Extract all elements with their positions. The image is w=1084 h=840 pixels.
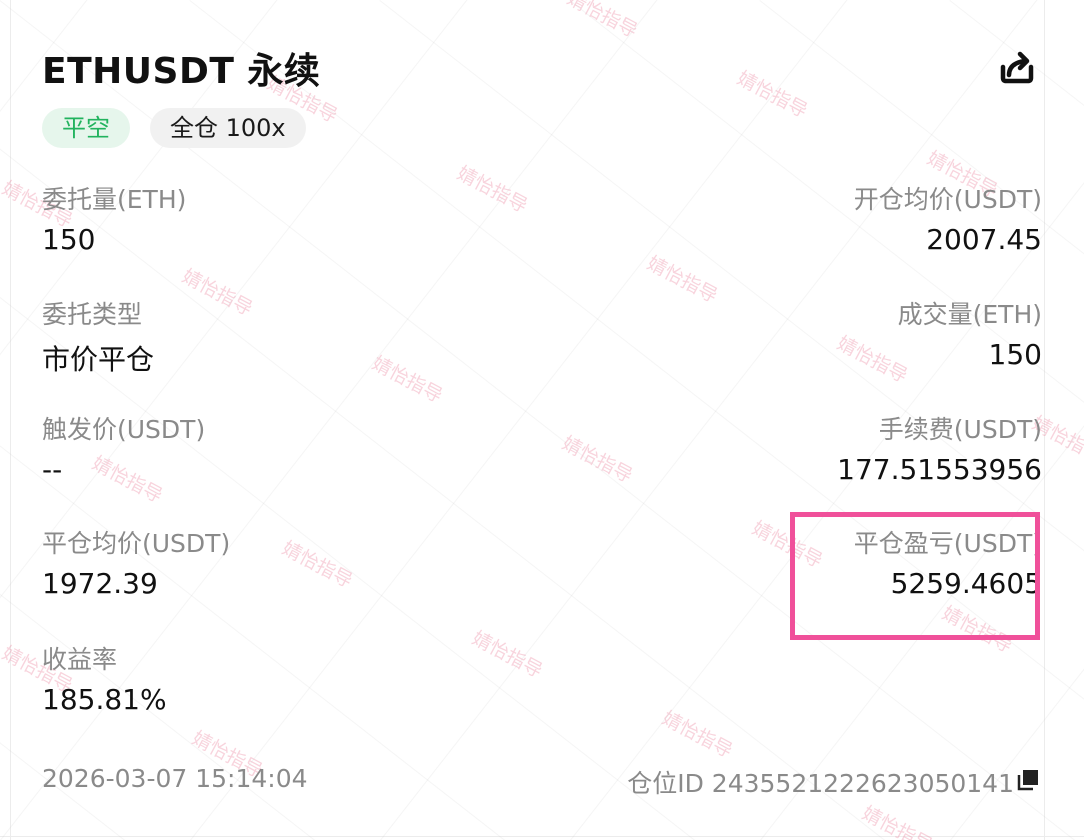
filled-qty-value: 150: [988, 338, 1042, 371]
card-border-left: [10, 0, 11, 840]
position-id: 仓位ID 2435521222623050141: [627, 769, 1014, 798]
order-type-label: 委托类型: [42, 300, 143, 329]
watermark-text: 婧怡指导: [278, 537, 357, 593]
order-type-value: 市价平仓: [42, 343, 155, 376]
fee-value: 177.51553956: [837, 453, 1042, 486]
watermark-text: 婧怡指导: [643, 252, 722, 308]
close-avg-price-label: 平仓均价(USDT): [42, 529, 231, 558]
pnl-highlight-box: [790, 512, 1040, 640]
watermark-text: 婧怡指导: [558, 432, 637, 488]
watermark-text: 婧怡指导: [733, 67, 812, 123]
order-timestamp: 2026-03-07 15:14:04: [42, 764, 308, 793]
card-border-right: [1044, 0, 1045, 840]
watermark-text: 婧怡指导: [833, 332, 912, 388]
order-detail-card: 婧怡指导 婧怡指导 婧怡指导 婧怡指导 婧怡指导 婧怡指导 婧怡指导 婧怡指导 婧怡指导 婧怡指导…: [0, 0, 1084, 840]
share-icon: [1000, 51, 1034, 84]
card-border-bottom: [0, 836, 1084, 837]
open-avg-price-label: 开仓均价(USDT): [853, 185, 1042, 214]
share-button[interactable]: [995, 45, 1039, 89]
trigger-price-label: 触发价(USDT): [42, 415, 206, 444]
watermark-text: 婧怡指导: [178, 265, 257, 321]
trigger-price-value: --: [42, 453, 63, 486]
order-qty-value: 150: [42, 223, 96, 256]
watermark-text: 婧怡指导: [88, 452, 167, 508]
direction-badge: 平空: [42, 108, 130, 148]
page-title: ETHUSDT 永续: [42, 51, 321, 92]
order-qty-label: 委托量(ETH): [42, 185, 187, 214]
watermark-text: 婧怡指导: [368, 352, 447, 408]
filled-qty-label: 成交量(ETH): [897, 300, 1042, 329]
roi-label: 收益率: [42, 645, 118, 674]
watermark-text: 婧怡指导: [858, 802, 937, 840]
copy-button[interactable]: [1016, 768, 1040, 792]
open-avg-price-value: 2007.45: [926, 223, 1042, 256]
roi-value: 185.81%: [42, 683, 167, 716]
copy-icon: [1017, 770, 1038, 791]
close-avg-price-value: 1972.39: [42, 567, 158, 600]
watermark-text: 婧怡指导: [453, 162, 532, 218]
watermark-text: 婧怡指导: [563, 0, 642, 43]
fee-label: 手续费(USDT): [878, 415, 1042, 444]
margin-mode-badge: 全仓 100x: [150, 108, 306, 148]
watermark-text: 婧怡指导: [468, 627, 547, 683]
watermark-text: 婧怡指导: [658, 707, 737, 763]
